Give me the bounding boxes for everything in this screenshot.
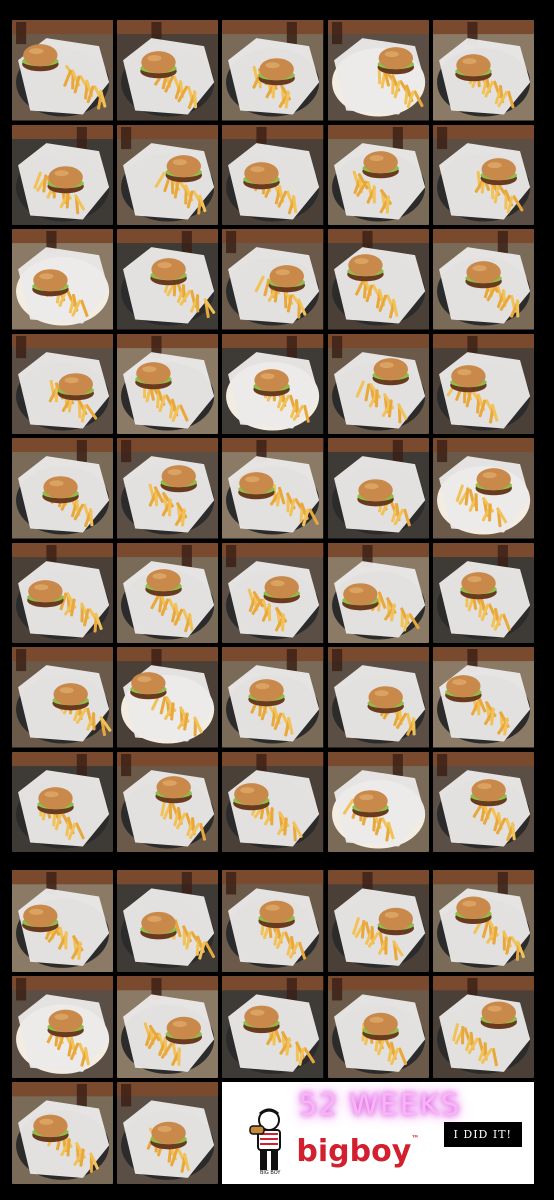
photo-tile — [117, 542, 219, 643]
svg-text:BIG BOY: BIG BOY — [260, 1170, 281, 1176]
photo-tile — [12, 333, 114, 434]
photo-tile — [12, 1082, 114, 1184]
photo-tile — [222, 542, 324, 643]
photo-tile — [117, 124, 219, 225]
photo-tile — [327, 438, 429, 539]
photo-tile — [12, 124, 114, 225]
photo-tile — [12, 542, 114, 643]
photo-tile — [117, 976, 219, 1078]
photo-tile — [432, 647, 534, 748]
photo-tile — [117, 870, 219, 972]
photo-tile — [222, 870, 324, 972]
photo-tile — [12, 20, 114, 121]
photo-tile — [117, 438, 219, 539]
photo-tile — [432, 20, 534, 121]
photo-tile — [222, 333, 324, 434]
photo-tile — [327, 124, 429, 225]
banner-title: 52 WEEKS — [298, 1088, 461, 1123]
photo-tile — [222, 124, 324, 225]
photo-tile — [432, 229, 534, 330]
photo-tile — [222, 229, 324, 330]
photo-tile — [327, 333, 429, 434]
photo-tile — [12, 438, 114, 539]
i-did-it-badge: I DID IT! — [443, 1122, 522, 1147]
photo-tile — [222, 20, 324, 121]
photo-tile — [327, 976, 429, 1078]
photo-tile — [117, 20, 219, 121]
photo-tile — [117, 751, 219, 852]
photo-tile — [222, 751, 324, 852]
photo-tile — [117, 333, 219, 434]
photo-tile — [117, 647, 219, 748]
photo-tile — [432, 751, 534, 852]
photo-tile — [327, 751, 429, 852]
photo-tile — [117, 229, 219, 330]
photo-tile — [432, 438, 534, 539]
photo-tile — [432, 870, 534, 972]
photo-tile — [327, 20, 429, 121]
photo-tile — [117, 1082, 219, 1184]
photo-tile — [222, 647, 324, 748]
photo-grid-bottom: 52 WEEKS I DID IT! BIG BOY bigboy™ — [12, 870, 534, 1184]
photo-tile — [222, 976, 324, 1078]
photo-tile — [12, 870, 114, 972]
big-boy-mascot-icon: BIG BOY — [249, 1108, 282, 1176]
photo-tile — [12, 229, 114, 330]
bigboy-banner: 52 WEEKS I DID IT! BIG BOY bigboy™ — [222, 1082, 534, 1184]
photo-tile — [12, 647, 114, 748]
photo-tile — [327, 870, 429, 972]
photo-tile — [432, 124, 534, 225]
photo-tile — [12, 751, 114, 852]
photo-tile — [327, 229, 429, 330]
photo-grid-top — [12, 20, 534, 852]
photo-tile — [222, 438, 324, 539]
photo-tile — [327, 647, 429, 748]
photo-tile — [327, 542, 429, 643]
photo-tile — [432, 976, 534, 1078]
photo-tile — [432, 542, 534, 643]
photo-tile — [432, 333, 534, 434]
photo-tile — [12, 976, 114, 1078]
bigboy-logo-text: bigboy™ — [296, 1134, 420, 1169]
